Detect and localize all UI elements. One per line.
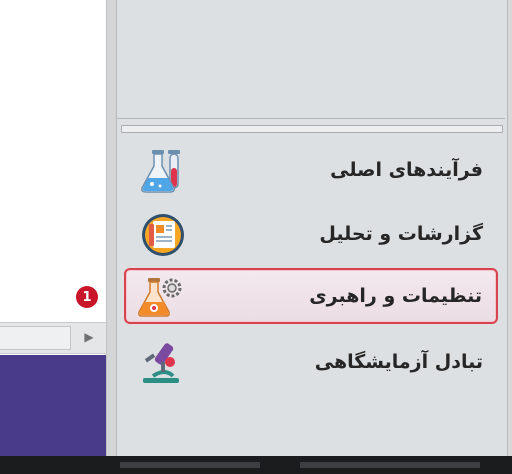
nav-divider[interactable] bbox=[121, 125, 503, 133]
nav-item-label: تبادل آزمایشگاهی bbox=[314, 351, 483, 373]
bottom-taskbar-strip bbox=[0, 456, 512, 474]
taskbar-segment bbox=[120, 462, 260, 468]
nav-header-area bbox=[117, 0, 505, 119]
microscope-icon bbox=[139, 340, 187, 386]
nav-item-main-processes[interactable]: فرآیندهای اصلی bbox=[125, 142, 497, 198]
report-chart-icon bbox=[139, 212, 187, 258]
nav-item-label: گزارشات و تحلیل bbox=[319, 223, 483, 245]
nav-item-reports[interactable]: گزارشات و تحلیل bbox=[125, 206, 497, 262]
nav-item-settings[interactable]: تنظیمات و راهبری bbox=[124, 268, 498, 324]
nav-item-label: فرآیندهای اصلی bbox=[330, 159, 483, 181]
horizontal-scrollbar[interactable]: ▶ bbox=[0, 322, 106, 354]
nav-item-label: تنظیمات و راهبری bbox=[309, 285, 482, 307]
scroll-right-arrow-icon[interactable]: ▶ bbox=[76, 325, 102, 349]
scrollbar-track[interactable] bbox=[0, 326, 71, 350]
navigation-panel: فرآیندهای اصلی گزارشات و تحلیل تنظیمات و… bbox=[116, 0, 508, 456]
taskbar-segment bbox=[300, 462, 480, 468]
nav-item-lab-exchange[interactable]: تبادل آزمایشگاهی bbox=[125, 334, 497, 390]
flask-gear-icon bbox=[138, 274, 186, 320]
side-panel bbox=[0, 355, 106, 456]
lab-flasks-icon bbox=[139, 148, 187, 194]
annotation-marker: 1 bbox=[76, 286, 98, 308]
